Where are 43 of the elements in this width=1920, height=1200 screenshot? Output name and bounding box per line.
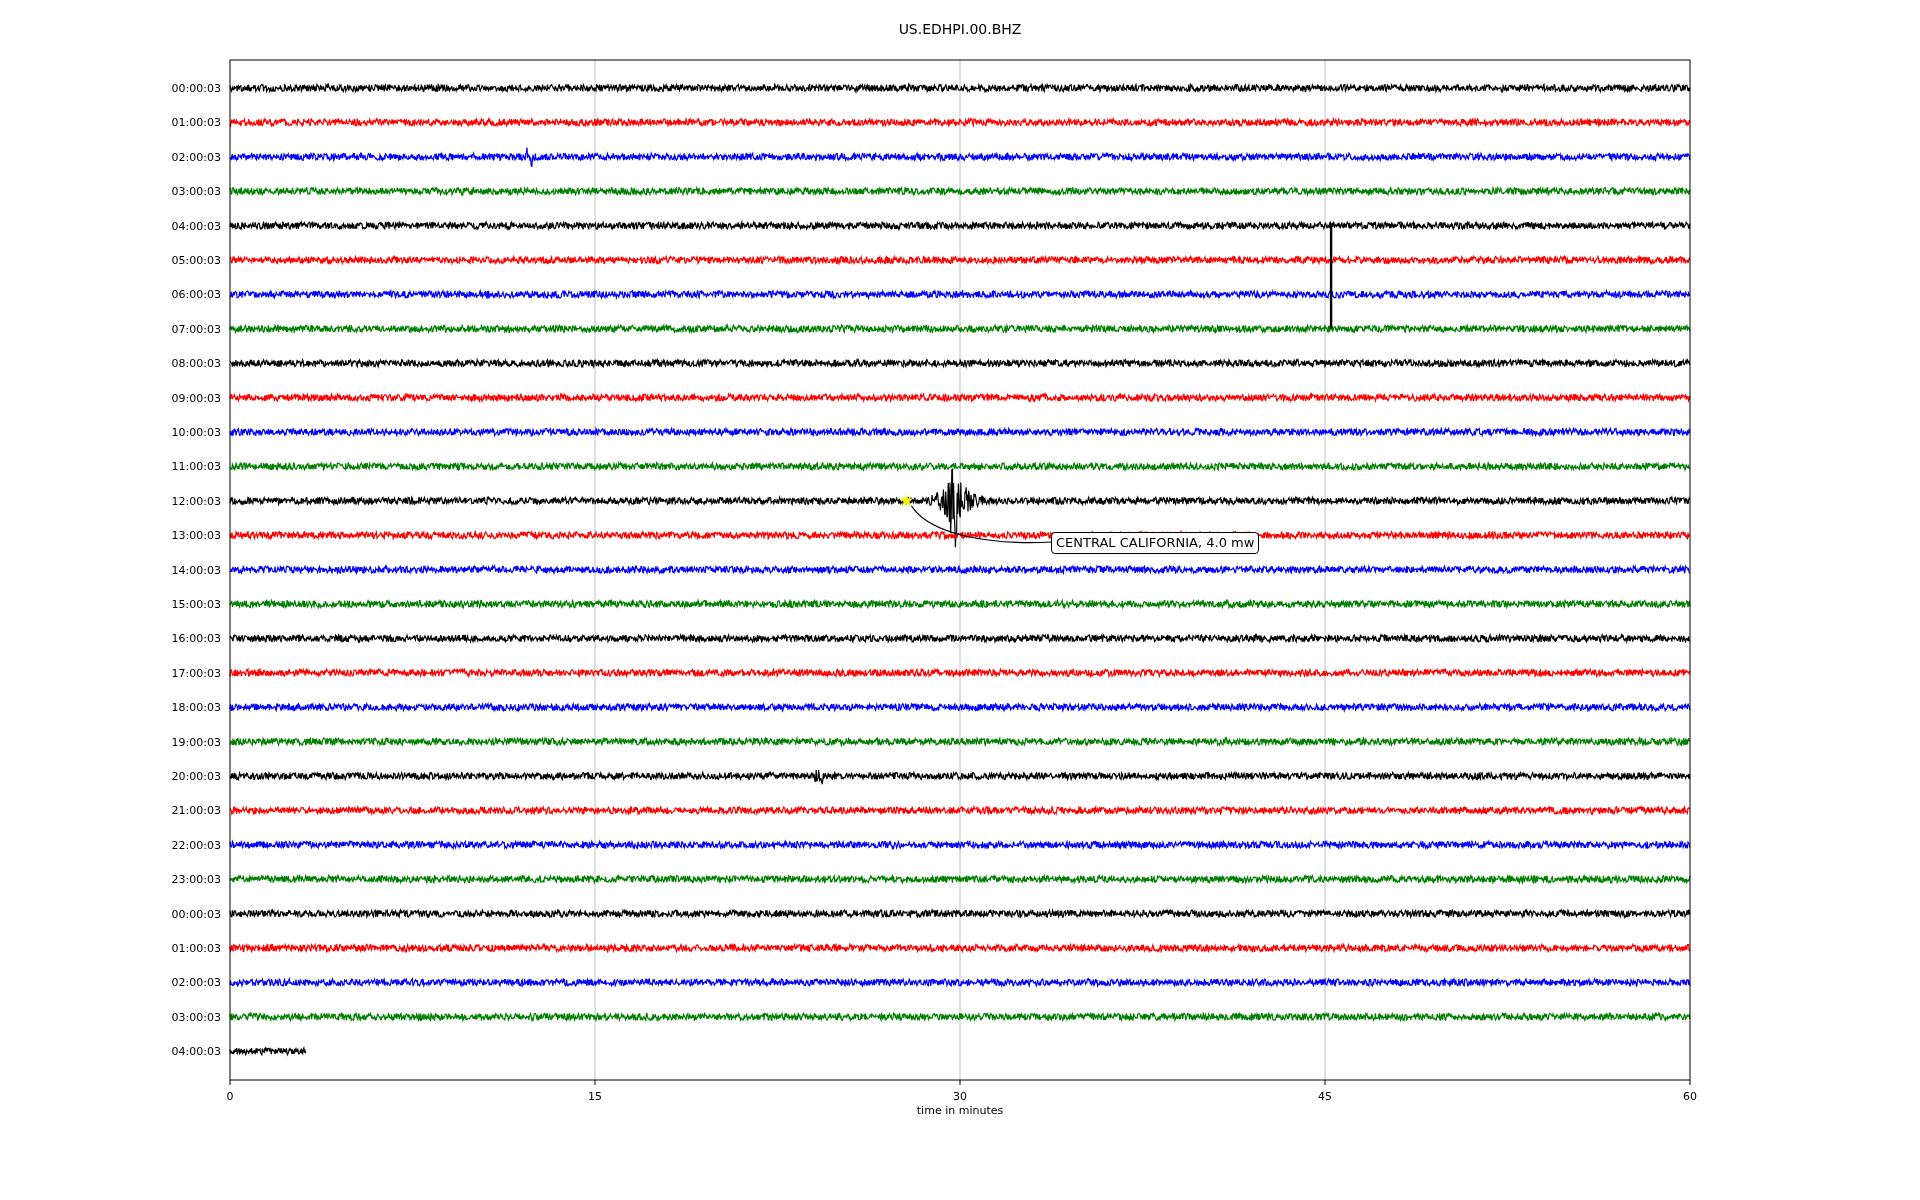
time-label: 15:00:03 (171, 598, 221, 611)
time-label: 16:00:03 (171, 632, 221, 646)
time-label: 20:00:03 (171, 770, 221, 783)
tick-mark (1324, 1079, 1326, 1086)
tick-label: 60 (1683, 1090, 1697, 1103)
time-label: 12:00:03 (171, 494, 221, 508)
time-label: 01:00:03 (171, 942, 221, 955)
time-label: 14:00:03 (171, 563, 221, 577)
time-label: 13:00:03 (171, 529, 221, 543)
time-label: 11:00:03 (171, 460, 221, 474)
time-label: 06:00:03 (171, 288, 221, 302)
time-label: 09:00:03 (171, 391, 221, 405)
time-label: 23:00:03 (171, 873, 221, 887)
time-label: 02:00:03 (171, 150, 221, 164)
time-label: 07:00:03 (171, 322, 221, 336)
time-label: 10:00:03 (171, 426, 221, 439)
time-label: 00:00:03 (171, 82, 221, 95)
tick-mark (229, 1079, 231, 1086)
time-label: 03:00:03 (171, 185, 221, 199)
tick-label: 0 (226, 1090, 234, 1103)
time-label: 19:00:03 (171, 735, 221, 749)
star-icon (899, 493, 914, 507)
time-label: 17:00:03 (171, 666, 221, 680)
tick-mark (959, 1079, 961, 1086)
time-label: 22:00:03 (171, 838, 221, 852)
axis-label: time in minutes (916, 1104, 1004, 1117)
time-label: 04:00:03 (171, 219, 221, 233)
time-label: 08:00:03 (171, 357, 221, 371)
time-label: 18:00:03 (171, 701, 221, 715)
time-label: 04:00:03 (171, 1045, 221, 1059)
tick-label: 15 (588, 1090, 602, 1103)
time-label: 03:00:03 (171, 1010, 221, 1024)
time-label: 00:00:03 (171, 907, 221, 921)
plot-title: US.EDHPI.00.BHZ (898, 21, 1022, 37)
tick-label: 30 (953, 1090, 967, 1103)
time-label: 21:00:03 (171, 804, 221, 818)
time-label: 05:00:03 (171, 254, 221, 267)
time-label: 02:00:03 (171, 976, 221, 990)
tick-label: 45 (1318, 1090, 1332, 1103)
time-label: 01:00:03 (171, 116, 221, 130)
tick-mark (1689, 1079, 1691, 1086)
tick-mark (594, 1079, 596, 1086)
annotation-label: CENTRAL CALIFORNIA, 4.0 mw (1051, 532, 1260, 554)
